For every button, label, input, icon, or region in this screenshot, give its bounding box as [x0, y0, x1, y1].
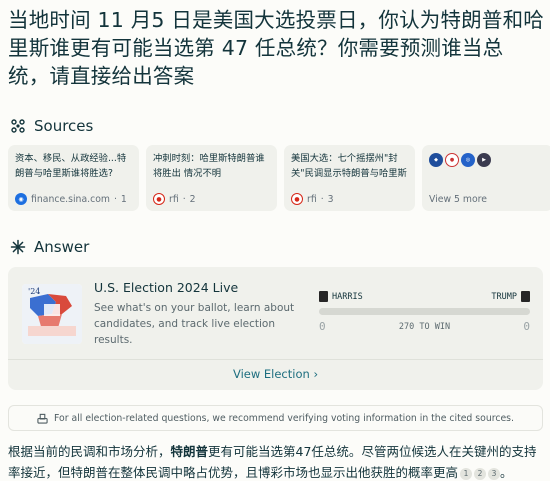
right-electoral-votes: 0	[523, 320, 530, 333]
view-election-link[interactable]: View Election ›	[8, 367, 543, 381]
question-heading: 当地时间 11 月5 日是美国大选投票日，你认为特朗普和哈里斯谁更有可能当选第 …	[8, 8, 544, 88]
rfi-icon: ●	[291, 193, 303, 205]
answer-text-intro: 根据当前的民调和市场分析，	[8, 444, 171, 459]
harris-avatar	[319, 291, 328, 302]
divider	[8, 359, 543, 360]
sina-icon: ◉	[15, 193, 27, 205]
right-candidate-name: TRUMP	[491, 291, 517, 302]
sources-heading: Sources	[10, 117, 93, 135]
svg-text:'24: '24	[28, 287, 40, 296]
electoral-vote-bar	[319, 308, 530, 315]
citation-3[interactable]: 3	[488, 468, 501, 480]
view-more-label: View 5 more	[429, 194, 487, 205]
election-thumbnail: '24	[22, 284, 82, 344]
source-title: 资本、移民、从政经验...特朗普与哈里斯谁将胜选?	[15, 153, 127, 179]
ballot-icon	[37, 413, 48, 424]
answer-icon	[10, 239, 26, 255]
citation-1[interactable]: 1	[460, 468, 473, 480]
source-favicon-icon: ◎	[461, 153, 475, 167]
source-index: 3	[327, 193, 334, 205]
source-site: finance.sina.com	[31, 193, 110, 205]
source-index: 1	[120, 193, 127, 205]
source-index: 2	[189, 193, 196, 205]
source-title: 冲刺时刻：哈里斯特朗普谁将胜出 情况不明	[153, 153, 265, 179]
election-description: See what's on your ballot, learn about c…	[94, 302, 295, 346]
election-widget: '24 U.S. Election 2024 Live See what's o…	[8, 267, 543, 390]
source-card-2[interactable]: 冲刺时刻：哈里斯特朗普谁将胜出 情况不明 ● rfi · 2	[146, 145, 277, 211]
left-electoral-votes: 0	[319, 320, 326, 333]
source-favicon-icon: ●	[445, 153, 459, 167]
race-tracker: HARRIS TRUMP 0 270 TO WIN 0	[319, 291, 530, 333]
answer-text: 根据当前的民调和市场分析，特朗普更有可能当选第47任总统。尽管两位候选人在关键州…	[8, 441, 548, 481]
sources-heading-label: Sources	[34, 117, 94, 135]
sources-list: 资本、移民、从政经验...特朗普与哈里斯谁将胜选? ◉ finance.sina…	[8, 145, 550, 211]
election-title: U.S. Election 2024 Live	[94, 280, 239, 295]
left-candidate-name: HARRIS	[332, 291, 363, 302]
citation-2[interactable]: 2	[474, 468, 487, 480]
source-favicon-icon: ◆	[429, 153, 443, 167]
source-card-3[interactable]: 美国大选：七个摇摆州"封关"民调显示特朗普与哈里斯仍势均力敌 ● rfi · 3	[284, 145, 415, 211]
source-site: rfi	[307, 193, 317, 205]
source-card-1[interactable]: 资本、移民、从政经验...特朗普与哈里斯谁将胜选? ◉ finance.sina…	[8, 145, 139, 211]
sources-icon	[11, 119, 25, 133]
answer-heading-label: Answer	[34, 238, 90, 256]
answer-text-end: 。	[500, 465, 513, 480]
source-site: rfi	[169, 193, 179, 205]
trump-avatar	[521, 291, 530, 302]
election-notice: For all election-related questions, we r…	[8, 405, 543, 431]
notice-text: For all election-related questions, we r…	[54, 412, 514, 424]
rfi-icon: ●	[153, 193, 165, 205]
view-more-sources-button[interactable]: ◆ ● ◎ ▶ View 5 more	[422, 145, 550, 211]
play-icon: ▶	[477, 153, 491, 167]
answer-heading: Answer	[10, 238, 89, 256]
source-title: 美国大选：七个摇摆州"封关"民调显示特朗普与哈里斯仍势均力敌	[291, 153, 407, 179]
answer-highlight: 特朗普	[170, 444, 209, 459]
win-threshold-label: 270 TO WIN	[398, 321, 451, 332]
